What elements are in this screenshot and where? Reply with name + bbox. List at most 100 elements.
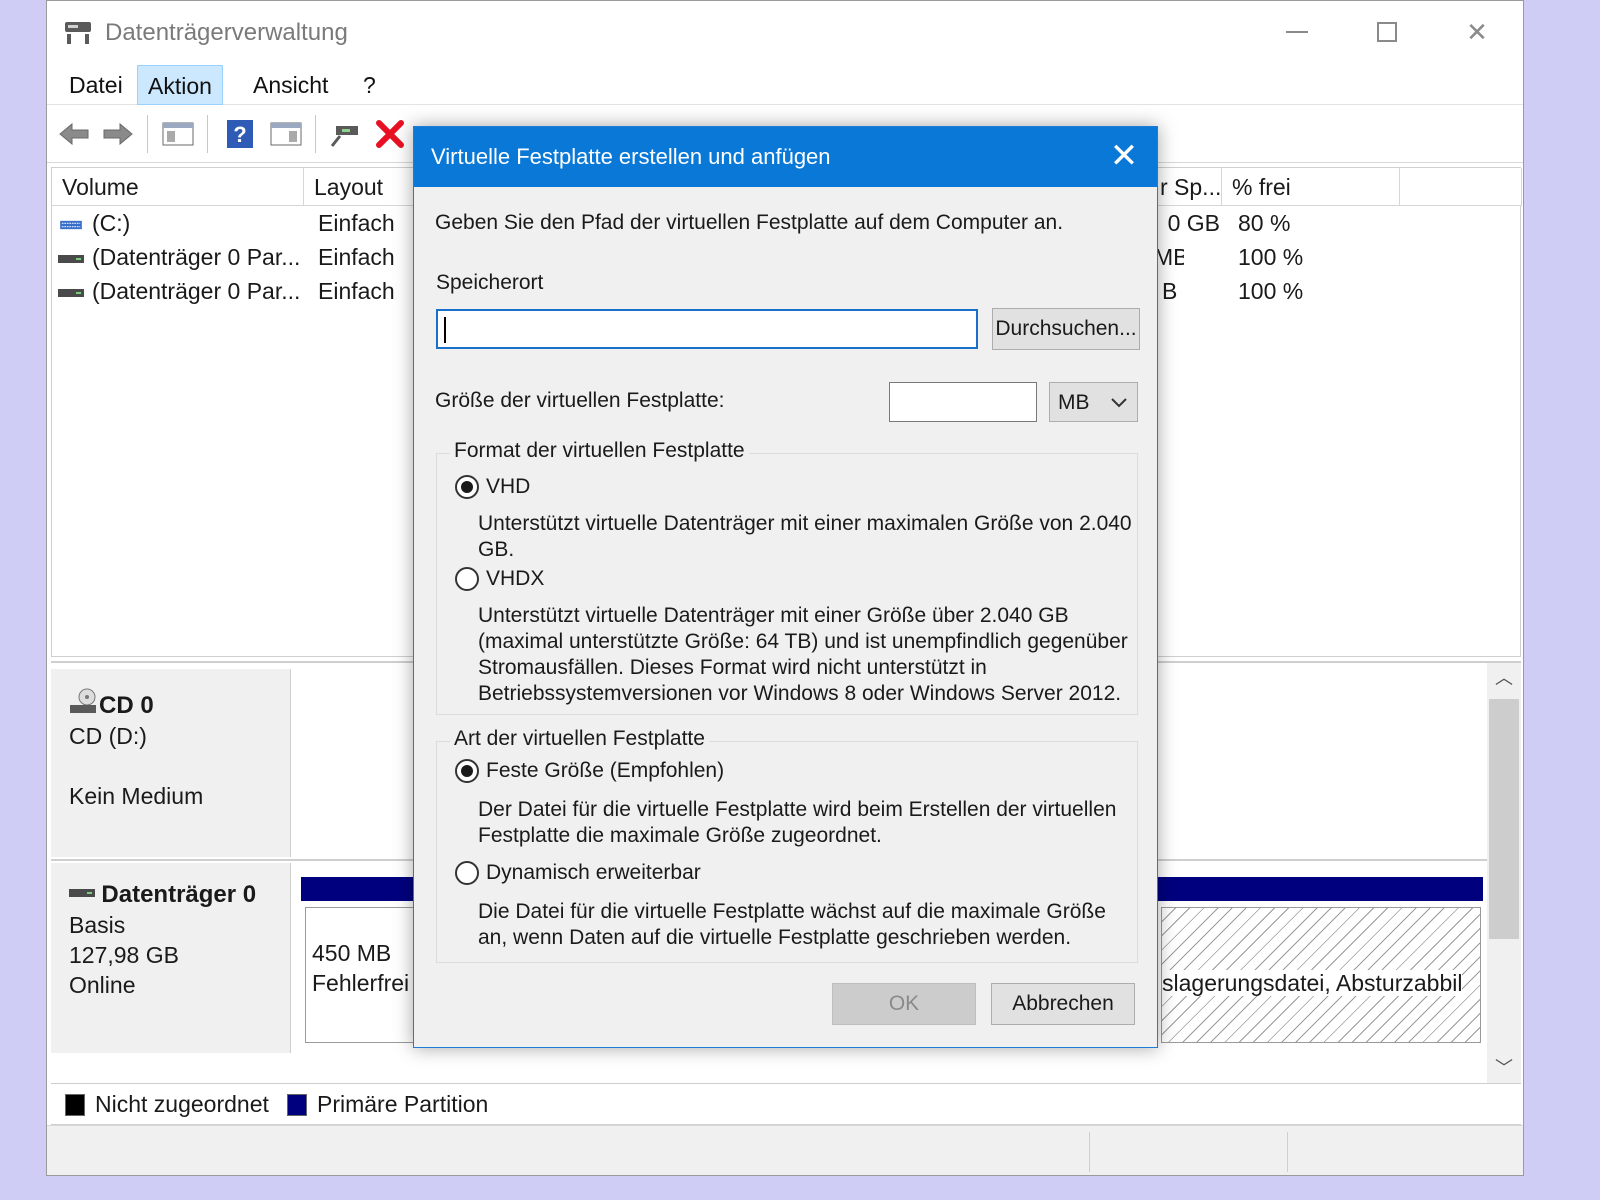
scroll-thumb[interactable] xyxy=(1489,699,1519,939)
row-layout: Einfach xyxy=(318,210,395,236)
back-button[interactable] xyxy=(57,117,91,151)
column-header-free-space[interactable]: r Sp... xyxy=(1150,168,1222,206)
vhd-radio[interactable] xyxy=(455,475,479,499)
vhdx-description: Unterstützt virtuelle Datenträger mit ei… xyxy=(478,604,1128,705)
menu-aktion[interactable]: Aktion xyxy=(137,65,223,105)
help-button[interactable]: ? xyxy=(223,117,257,151)
disk-icon xyxy=(69,889,95,897)
window-title: Datenträgerverwaltung xyxy=(105,19,348,46)
minimize-icon xyxy=(1286,31,1308,33)
fixed-size-label[interactable]: Feste Größe (Empfohlen) xyxy=(486,759,724,783)
help-icon: ? xyxy=(227,120,253,148)
cd-disk-label[interactable]: CD 0 CD (D:) Kein Medium xyxy=(51,669,291,857)
row-volume: (Datenträger 0 Par... xyxy=(92,244,301,270)
disk0-name: Datenträger 0 xyxy=(101,881,257,908)
legend-bar: Nicht zugeordnet Primäre Partition xyxy=(51,1083,1521,1125)
vhd-label[interactable]: VHD xyxy=(486,475,530,499)
column-header-empty xyxy=(1400,168,1522,206)
dynamic-description: Die Datei für die virtuelle Festplatte w… xyxy=(478,900,1106,949)
dialog-close-button[interactable]: ✕ xyxy=(1101,133,1147,179)
disk0-label[interactable]: Datenträger 0 Basis 127,98 GB Online xyxy=(51,863,291,1053)
type-group-title: Art der virtuellen Festplatte xyxy=(450,727,709,751)
format-group-title: Format der virtuellen Festplatte xyxy=(450,439,749,463)
toolbar-separator xyxy=(147,115,148,153)
console-tree-button[interactable] xyxy=(161,117,195,151)
toolbar-separator xyxy=(207,115,208,153)
legend-unallocated: Nicht zugeordnet xyxy=(95,1091,269,1117)
toolbar-separator xyxy=(315,115,316,153)
column-header-volume[interactable]: Volume xyxy=(52,168,304,206)
delete-button[interactable] xyxy=(373,117,407,151)
vhdx-label[interactable]: VHDX xyxy=(486,567,544,591)
row-volume: (C:) xyxy=(92,210,131,236)
delete-icon xyxy=(376,120,404,148)
menu-datei[interactable]: Datei xyxy=(59,65,133,105)
row-layout: Einfach xyxy=(318,278,395,304)
partition-icon xyxy=(58,254,84,263)
fixed-size-description: Der Datei für die virtuelle Festplatte w… xyxy=(478,798,1117,847)
cd-drive-letter: CD (D:) xyxy=(69,723,147,749)
vertical-scrollbar[interactable]: ︿ ﹀ xyxy=(1487,663,1521,1083)
status-divider xyxy=(1089,1132,1090,1172)
table-row[interactable]: (C:) xyxy=(58,206,304,240)
row-percent-free: 100 % xyxy=(1238,244,1304,270)
column-header-percent-free[interactable]: % frei xyxy=(1222,168,1400,206)
cd-status: Kein Medium xyxy=(69,783,204,809)
row-free-space: 0 GB xyxy=(1167,210,1220,236)
status-divider xyxy=(1287,1132,1288,1172)
location-input[interactable] xyxy=(436,309,978,349)
row-percent-free: 100 % xyxy=(1238,278,1304,304)
volume-icon xyxy=(60,220,82,230)
table-row[interactable]: (Datenträger 0 Par... xyxy=(58,274,304,308)
disk0-size: 127,98 GB xyxy=(69,942,179,968)
size-unit-value: MB xyxy=(1058,391,1090,414)
close-window-button[interactable]: ✕ xyxy=(1437,11,1517,53)
dialog-intro: Geben Sie den Pfad der virtuellen Festpl… xyxy=(435,211,1064,234)
size-input[interactable] xyxy=(889,382,1037,422)
unallocated-swatch xyxy=(65,1094,85,1116)
size-unit-dropdown[interactable]: MB xyxy=(1049,382,1138,422)
text-caret xyxy=(444,317,446,343)
connect-disk-button[interactable] xyxy=(329,117,363,151)
properties-view-icon xyxy=(270,122,302,146)
legend-primary: Primäre Partition xyxy=(317,1091,489,1117)
vhdx-radio[interactable] xyxy=(455,567,479,591)
cd-name: CD 0 xyxy=(99,692,154,719)
minimize-button[interactable] xyxy=(1257,11,1337,53)
fixed-size-radio[interactable] xyxy=(455,759,479,783)
scroll-down-icon[interactable]: ﹀ xyxy=(1487,1053,1521,1083)
dialog-title: Virtuelle Festplatte erstellen und anfüg… xyxy=(431,144,831,169)
dialog-title-bar[interactable]: Virtuelle Festplatte erstellen und anfüg… xyxy=(414,127,1157,187)
cd-drive-icon xyxy=(70,688,96,713)
dynamic-radio[interactable] xyxy=(455,861,479,885)
forward-button[interactable] xyxy=(101,117,135,151)
menu-bar: Datei Aktion Ansicht ? xyxy=(47,63,1523,105)
close-icon: ✕ xyxy=(1466,16,1488,47)
scroll-up-icon[interactable]: ︿ xyxy=(1487,663,1521,693)
menu-help[interactable]: ? xyxy=(353,65,386,105)
create-vhd-dialog: Virtuelle Festplatte erstellen und anfüg… xyxy=(413,126,1158,1048)
arrow-left-icon xyxy=(59,122,89,146)
chevron-down-icon xyxy=(1111,398,1127,408)
dynamic-label[interactable]: Dynamisch erweiterbar xyxy=(486,861,701,885)
arrow-right-icon xyxy=(103,122,133,146)
maximize-button[interactable] xyxy=(1347,11,1427,53)
primary-swatch xyxy=(287,1094,307,1116)
maximize-icon xyxy=(1377,22,1397,42)
connect-icon xyxy=(330,126,358,147)
svg-text:?: ? xyxy=(233,122,246,147)
row-free-space: MB xyxy=(1154,244,1184,270)
partition-3[interactable]: slagerungsdatei, Absturzabbil xyxy=(1161,907,1481,1043)
row-volume: (Datenträger 0 Par... xyxy=(92,278,301,304)
disk0-state: Online xyxy=(69,972,136,998)
browse-button[interactable]: Durchsuchen... xyxy=(992,308,1140,350)
menu-ansicht[interactable]: Ansicht xyxy=(243,65,338,105)
ok-button[interactable]: OK xyxy=(832,983,976,1025)
properties-view-button[interactable] xyxy=(269,117,303,151)
table-row[interactable]: (Datenträger 0 Par... xyxy=(58,240,304,274)
title-bar[interactable]: Datenträgerverwaltung ✕ xyxy=(47,1,1523,63)
close-icon: ✕ xyxy=(1109,137,1139,175)
location-label: Speicherort xyxy=(436,271,544,294)
cancel-button[interactable]: Abbrechen xyxy=(991,983,1135,1025)
vhd-description: Unterstützt virtuelle Datenträger mit ei… xyxy=(478,512,1132,561)
